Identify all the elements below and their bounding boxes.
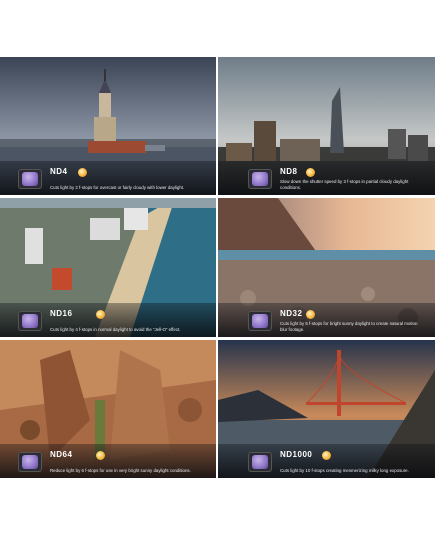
filter-name: ND16 (50, 309, 73, 318)
tile-nd4: ND4 Cuts light by 2 f-stops for overcast… (0, 57, 216, 195)
tile-nd8: ND8 Slow down the shutter speed by 3 f-s… (218, 57, 435, 195)
filter-description: Cuts light by 10 f-stops creating mesmer… (280, 467, 409, 473)
filter-description: Cuts light by 5 f-stops for bright sunny… (280, 321, 418, 332)
caption-bar: ND64 Reduce light by 6 f-stops for use i… (0, 444, 216, 478)
filter-name: ND4 (50, 167, 68, 176)
caption-bar: ND1000 Cuts light by 10 f-stops creating… (218, 444, 435, 478)
tile-nd32: ND32 Cuts light by 5 f-stops for bright … (218, 198, 435, 337)
sun-icon (306, 168, 315, 177)
nd-filter-icon (248, 169, 272, 189)
filter-gallery: ND4 Cuts light by 2 f-stops for overcast… (0, 57, 435, 478)
nd-filter-icon (248, 311, 272, 331)
filter-name: ND1000 (280, 450, 313, 459)
tile-nd1000: ND1000 Cuts light by 10 f-stops creating… (218, 340, 435, 478)
filter-description: Cuts light by 2 f-stops for overcast or … (50, 184, 185, 190)
caption-bar: ND4 Cuts light by 2 f-stops for overcast… (0, 161, 216, 195)
filter-name: ND8 (280, 167, 298, 176)
caption-bar: ND16 Cuts light by 4 f-stops in normal d… (0, 303, 216, 337)
filter-name: ND64 (50, 450, 73, 459)
sun-icon (96, 310, 105, 319)
tile-nd64: ND64 Reduce light by 6 f-stops for use i… (0, 340, 216, 478)
filter-description: Cuts light by 4 f-stops in normal daylig… (50, 326, 181, 332)
tile-nd16: ND16 Cuts light by 4 f-stops in normal d… (0, 198, 216, 337)
caption-bar: ND32 Cuts light by 5 f-stops for bright … (218, 303, 435, 337)
sun-icon (96, 451, 105, 460)
nd-filter-icon (18, 169, 42, 189)
filter-name: ND32 (280, 309, 303, 318)
sun-icon (306, 310, 315, 319)
nd-filter-icon (18, 452, 42, 472)
nd-filter-icon (18, 311, 42, 331)
nd-filter-icon (248, 452, 272, 472)
sun-icon (78, 168, 87, 177)
caption-bar: ND8 Slow down the shutter speed by 3 f-s… (218, 161, 435, 195)
filter-description: Slow down the shutter speed by 3 f-stops… (280, 179, 409, 190)
sun-icon (322, 451, 331, 460)
filter-description: Reduce light by 6 f-stops for use in ver… (50, 467, 191, 473)
